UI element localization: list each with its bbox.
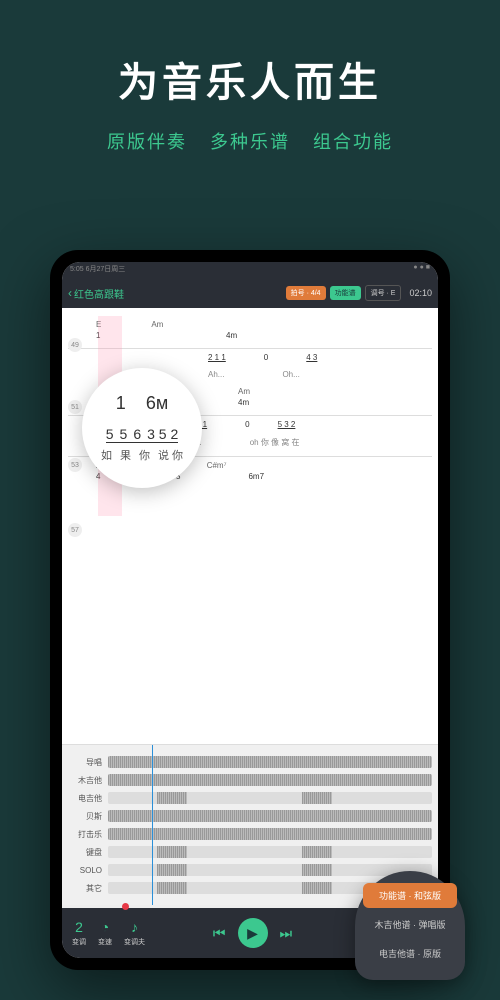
- track-row[interactable]: 电吉他: [68, 789, 432, 807]
- key-pill[interactable]: 调号 · E: [365, 285, 402, 301]
- pitch-icon: ♪: [131, 919, 138, 935]
- transpose-control[interactable]: 2 变调: [72, 919, 86, 947]
- notes-row: 4m: [238, 398, 432, 407]
- track-row[interactable]: SOLO: [68, 861, 432, 879]
- waveform: [108, 792, 432, 804]
- popup-option-electric[interactable]: 电吉他谱 · 原版: [363, 941, 457, 966]
- notes-row: 2 1 1 0 4 3: [208, 353, 432, 362]
- transpose-value: 2: [75, 919, 83, 935]
- bar-number: 49: [68, 338, 82, 352]
- waveform: [108, 864, 432, 876]
- waveform: [108, 774, 432, 786]
- hero-section: 为音乐人而生 原版伴奏 多种乐谱 组合功能: [0, 0, 500, 184]
- sheet-music-area[interactable]: EAm 49 1 4m 2 1 1 0 4 3 Ah... Oh... 51 A…: [62, 308, 438, 744]
- status-bar: 5:05 6月27日周三 ● ● ■: [62, 262, 438, 278]
- speed-control[interactable]: ◔ 变速: [98, 919, 112, 947]
- score-type-pill[interactable]: 功能谱: [330, 286, 361, 300]
- notes-row: 1 4m: [96, 331, 432, 340]
- popup-option-chord[interactable]: 功能谱 · 和弦版: [363, 883, 457, 908]
- score-type-popup: 功能谱 · 和弦版 木吉他谱 · 弹唱版 电吉他谱 · 原版: [355, 871, 465, 980]
- playhead-line[interactable]: [152, 745, 153, 905]
- bar-number: 51: [68, 400, 82, 414]
- track-row[interactable]: 木吉他: [68, 771, 432, 789]
- waveform: [108, 756, 432, 768]
- tablet-screen: 5:05 6月27日周三 ● ● ■ ‹ 红色高跟鞋 拍号 · 4/4 功能谱 …: [62, 262, 438, 958]
- track-row[interactable]: 导唱: [68, 753, 432, 771]
- magnifier-lens: 1 6ᴍ 55 63 5 2 如果 你说 你: [82, 368, 202, 488]
- hero-subtitle: 原版伴奏 多种乐谱 组合功能: [0, 128, 500, 154]
- bar-number: 57: [68, 523, 82, 537]
- bar-number: 53: [68, 458, 82, 472]
- back-button[interactable]: ‹ 红色高跟鞋: [68, 286, 124, 301]
- song-title: 红色高跟鞋: [74, 286, 124, 301]
- hero-title: 为音乐人而生: [0, 50, 500, 108]
- waveform: [108, 846, 432, 858]
- chord-row: Am: [238, 387, 432, 396]
- waveform: [108, 810, 432, 822]
- time-signature-pill[interactable]: 拍号 · 4/4: [286, 286, 326, 300]
- tablet-frame: 5:05 6月27日周三 ● ● ■ ‹ 红色高跟鞋 拍号 · 4/4 功能谱 …: [50, 250, 450, 970]
- play-button[interactable]: ▶: [238, 918, 268, 948]
- track-row[interactable]: 贝斯: [68, 807, 432, 825]
- progress-handle[interactable]: [122, 903, 129, 910]
- duration-label: 02:10: [409, 288, 432, 298]
- top-bar: ‹ 红色高跟鞋 拍号 · 4/4 功能谱 调号 · E 02:10: [62, 278, 438, 308]
- popup-option-acoustic[interactable]: 木吉他谱 · 弹唱版: [363, 912, 457, 937]
- speed-icon: ◔: [101, 919, 109, 935]
- chord-row: EAm: [96, 320, 432, 329]
- waveform: [108, 828, 432, 840]
- track-row[interactable]: 打击乐: [68, 825, 432, 843]
- track-row[interactable]: 键盘: [68, 843, 432, 861]
- pitch-control[interactable]: ♪ 变调夫: [124, 919, 145, 947]
- next-button[interactable]: ⏭: [280, 925, 293, 942]
- lyrics-row: Ah... Oh...: [208, 370, 432, 379]
- chevron-left-icon: ‹: [68, 286, 72, 300]
- prev-button[interactable]: ⏮: [213, 925, 226, 942]
